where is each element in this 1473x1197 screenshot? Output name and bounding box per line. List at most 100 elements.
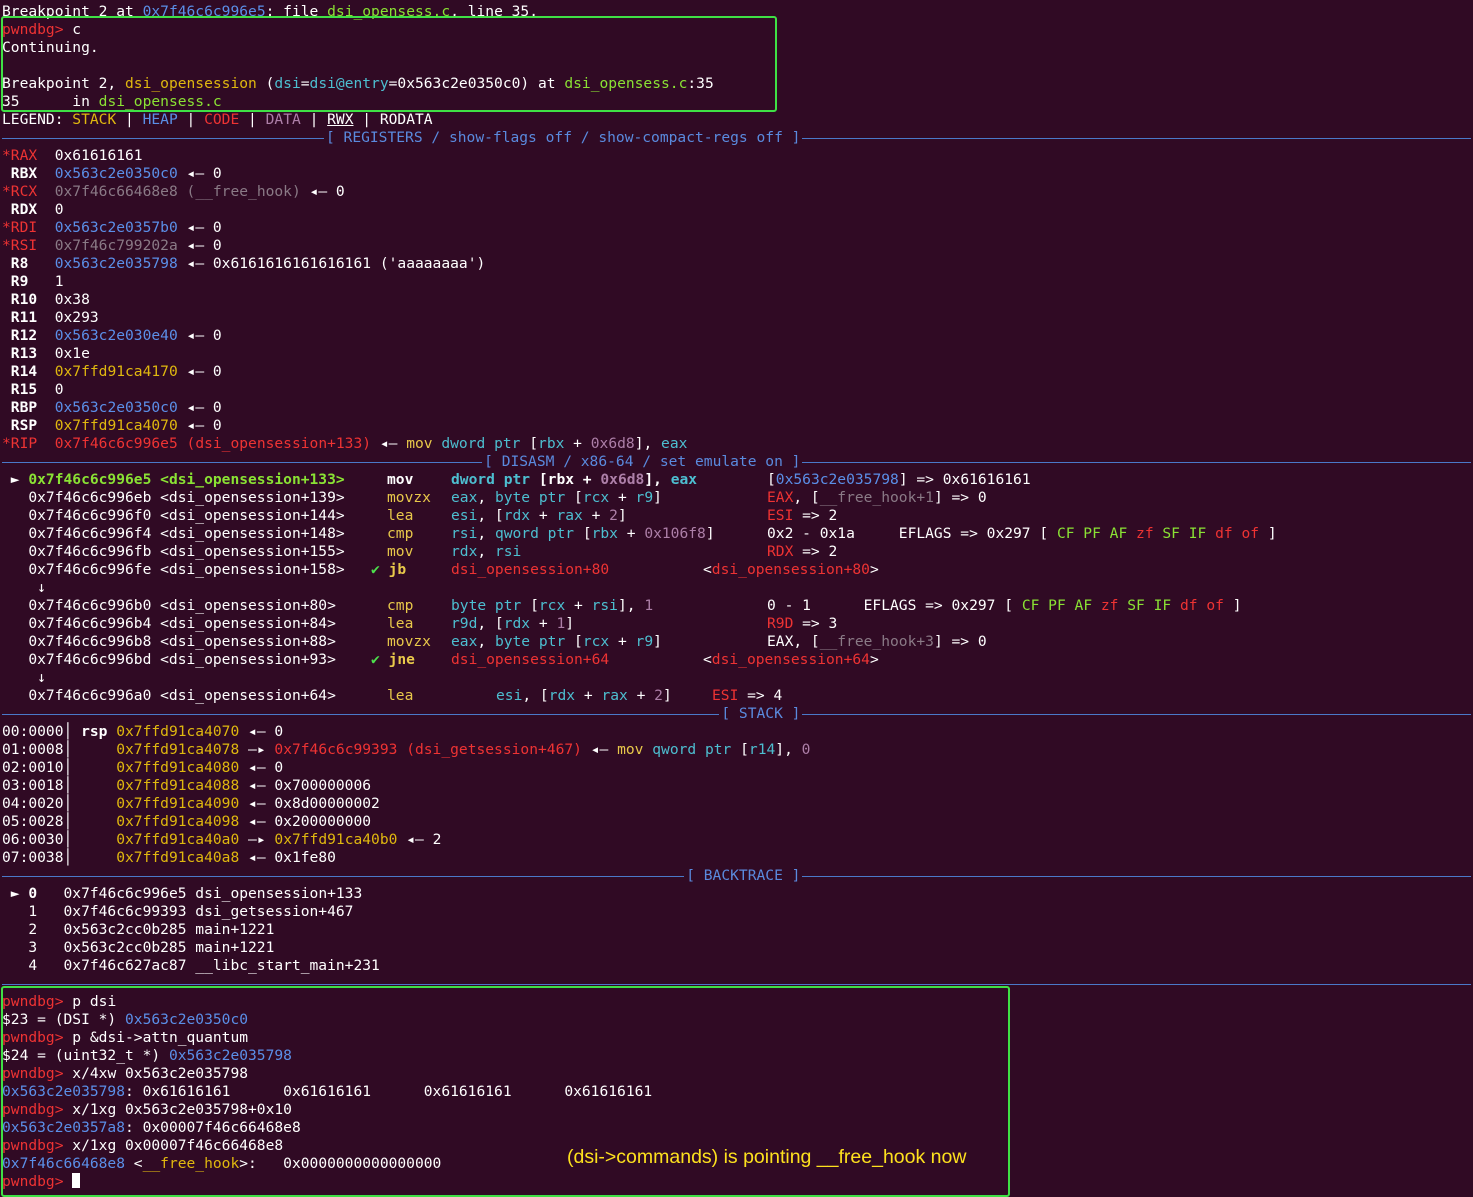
dis-2-col-1-seg-2: byte ptr	[494, 489, 575, 506]
line-bt-4: 4 0x7f46c627ac87 __libc_start_main+231	[2, 957, 810, 975]
reg-r8-seg-3: ◂— 0x6161616161616161 ('aaaaaaaa')	[177, 255, 486, 272]
dis-7-seg-0: 0x7f46c6c996b0 <dsi_opensession+80>	[2, 597, 336, 614]
bp-set-seg-4: , line 35.	[450, 3, 539, 20]
reg-rax-seg-1: 0x61616161	[37, 147, 143, 164]
stk-1-seg-6	[643, 741, 652, 758]
dis-3-col-0-seg-0: lea	[387, 507, 414, 524]
dis-6-col-2: <dsi_opensession+80>	[703, 561, 879, 579]
dis-3-col-2-seg-0: ESI	[767, 507, 794, 524]
rule-registers-title: [ REGISTERS / show-flags off / show-comp…	[323, 129, 803, 147]
line-cmd-x1xg-1: pwndbg> x/1xg 0x563c2e035798+0x10	[2, 1101, 810, 1119]
reg-rdx-seg-0: RDX	[2, 201, 38, 218]
dis-1-col-2-seg-0: [	[767, 471, 776, 488]
annotation-note: (dsi->commands) is pointing __free_hook …	[567, 1146, 967, 1168]
out-x1xg-2-seg-2: __free_hook	[142, 1155, 240, 1172]
dis-9-col-2: EAX, [__free_hook+3] => 0	[767, 633, 987, 651]
reg-rcx-seg-2: 0x7f46c66468e8 (__free_hook)	[54, 183, 301, 200]
dis-2-col-1-seg-4: rcx	[582, 489, 610, 506]
dis-2-col-0-seg-0: movzx	[387, 489, 431, 506]
line-out-23: $23 = (DSI *) 0x563c2e0350c0	[2, 1011, 810, 1029]
dis-2-col-1: eax, byte ptr [rcx + r9]	[451, 489, 662, 507]
reg-rcx-seg-1	[37, 183, 55, 200]
legend-seg-7: DATA	[265, 111, 301, 128]
dis-2-col-2-seg-1: , [	[793, 489, 820, 506]
dis-2-col-1-seg-3: [	[574, 489, 583, 506]
dis-10-seg-0: 0x7f46c6c996bd <dsi_opensession+93>	[2, 651, 336, 668]
dis-8-seg-0: 0x7f46c6c996b4 <dsi_opensession+84>	[2, 615, 336, 632]
stk-2-seg-1: 0x7ffd91ca4080	[116, 759, 240, 776]
dis-5-col-1-seg-1: ,	[477, 543, 495, 560]
bp-hit-seg-1: dsi_opensession	[125, 75, 257, 92]
out-24-seg-0: $24 = (uint32_t *)	[2, 1047, 169, 1064]
line-reg-r13: R13 0x1e	[2, 345, 810, 363]
dis-7-col-1-seg-6: 1	[644, 597, 654, 614]
reg-rsi-seg-1	[37, 237, 55, 254]
dis-2-col-1-seg-0: eax	[451, 489, 478, 506]
line-reg-r10: R10 0x38	[2, 291, 810, 309]
line-reg-r12: R12 0x563c2e030e40 ◂— 0	[2, 327, 810, 345]
reg-r13-seg-0: R13	[2, 345, 38, 362]
line-bt-1: 1 0x7f46c6c99393 dsi_getsession+467	[2, 903, 810, 921]
stk-1-seg-11: 0	[801, 741, 811, 758]
dis-6-seg-0: 0x7f46c6c996fe <dsi_opensession+158>	[2, 561, 345, 578]
stk-5-seg-2: ◂— 0x200000000	[239, 813, 372, 830]
stk-0-seg-1: rsp	[81, 723, 108, 740]
dis-4-col-1-seg-1: ,	[477, 525, 495, 542]
reg-r10-seg-0: R10	[2, 291, 38, 308]
dis-11-col-1-seg-5: +	[627, 687, 655, 704]
reg-rip-seg-9: +	[564, 435, 591, 452]
dis-arrow-2-seg-0: ↓	[2, 669, 46, 686]
dis-1-col-2-seg-2: ] => 0x61616161	[898, 471, 1031, 488]
dis-9-col-1-seg-4: rcx	[582, 633, 610, 650]
line-stk-6: 06:0030│ 0x7ffd91ca40a0 —▸ 0x7ffd91ca40b…	[2, 831, 810, 849]
dis-10-col-2: <dsi_opensession+64>	[703, 651, 879, 669]
dis-9-col-1-seg-5: +	[609, 633, 636, 650]
dis-5-seg-0: 0x7f46c6c996fb <dsi_opensession+155>	[2, 543, 345, 560]
text-cursor[interactable]	[72, 1173, 81, 1188]
terminal-output[interactable]: Breakpoint 2 at 0x7f46c6c996e5: file dsi…	[2, 3, 1471, 1191]
dis-7-col-2-seg-0: 0 - 1 EFLAGS => 0x297 [	[767, 597, 1022, 614]
dis-3-col-1-seg-3: +	[530, 507, 557, 524]
prompt-continue-seg-0: pwndbg>	[2, 21, 73, 38]
bp-hit-seg-3: dsi	[274, 75, 301, 92]
line-prompt-continue: pwndbg> c	[2, 21, 810, 39]
dis-8-col-2-seg-0: R9D	[767, 615, 794, 632]
legend-seg-0: LEGEND:	[2, 111, 73, 128]
line-out-24: $24 = (uint32_t *) 0x563c2e035798	[2, 1047, 810, 1065]
line-dis-7: 0x7f46c6c996b0 <dsi_opensession+80> cmp by…	[2, 597, 1241, 615]
legend-seg-1: STACK	[72, 111, 117, 128]
dis-3-col-1-seg-6: 2	[609, 507, 618, 524]
cmd-p-dsi-seg-1: p dsi	[72, 993, 117, 1010]
reg-rsp-seg-3: ◂— 0	[177, 417, 222, 434]
prompt-final-seg-0: pwndbg>	[2, 1173, 73, 1190]
bt-4-seg-0: 4 0x7f46c627ac87 __libc_start_main+231	[2, 957, 380, 974]
dis-4-col-1-seg-2: qword ptr	[494, 525, 583, 542]
dis-11-col-0: lea	[387, 687, 413, 705]
reg-rdi-seg-0: *RDI	[2, 219, 38, 236]
dis-7-col-2-seg-3: SF IF	[1127, 597, 1180, 614]
reg-rip-seg-8: rbx	[538, 435, 565, 452]
cmd-p-attn-seg-1: p &dsi->attn_quantum	[72, 1029, 249, 1046]
line-reg-rax: *RAX 0x61616161	[2, 147, 810, 165]
reg-rdi-seg-3: ◂— 0	[177, 219, 222, 236]
cmd-x1xg-1-seg-1: x/1xg 0x563c2e035798+0x10	[72, 1101, 292, 1118]
reg-r11-seg-1: 0x293	[37, 309, 99, 326]
dis-4-col-2-seg-4: df of	[1215, 525, 1260, 542]
line-stk-0: 00:0000│ rsp 0x7ffd91ca4070 ◂— 0	[2, 723, 810, 741]
line-dis-arrow-1: ↓	[2, 579, 810, 597]
dis-11-col-1-seg-1: , [	[522, 687, 549, 704]
dis-9-col-2-seg-0: EAX, [	[767, 633, 820, 650]
dis-2-col-2-seg-2: __free_hook+1	[819, 489, 934, 506]
dis-3-col-1: esi, [rdx + rax + 2]	[451, 507, 627, 525]
legend-seg-8: |	[300, 111, 328, 128]
dis-8-col-0-seg-0: lea	[387, 615, 414, 632]
bp-set-seg-3: dsi_opensess.c	[327, 3, 451, 20]
dis-8-col-1-seg-5: ]	[565, 615, 575, 632]
legend-seg-9: RWX	[327, 111, 354, 128]
dis-3-col-2: ESI => 2	[767, 507, 837, 525]
bp-hit-seg-5: dsi@entry	[309, 75, 389, 92]
reg-rip-seg-4: mov	[406, 435, 433, 452]
reg-r12-seg-3: ◂— 0	[177, 327, 222, 344]
rule-end	[2, 975, 1471, 993]
dis-11-col-0-seg-0: lea	[387, 687, 414, 704]
